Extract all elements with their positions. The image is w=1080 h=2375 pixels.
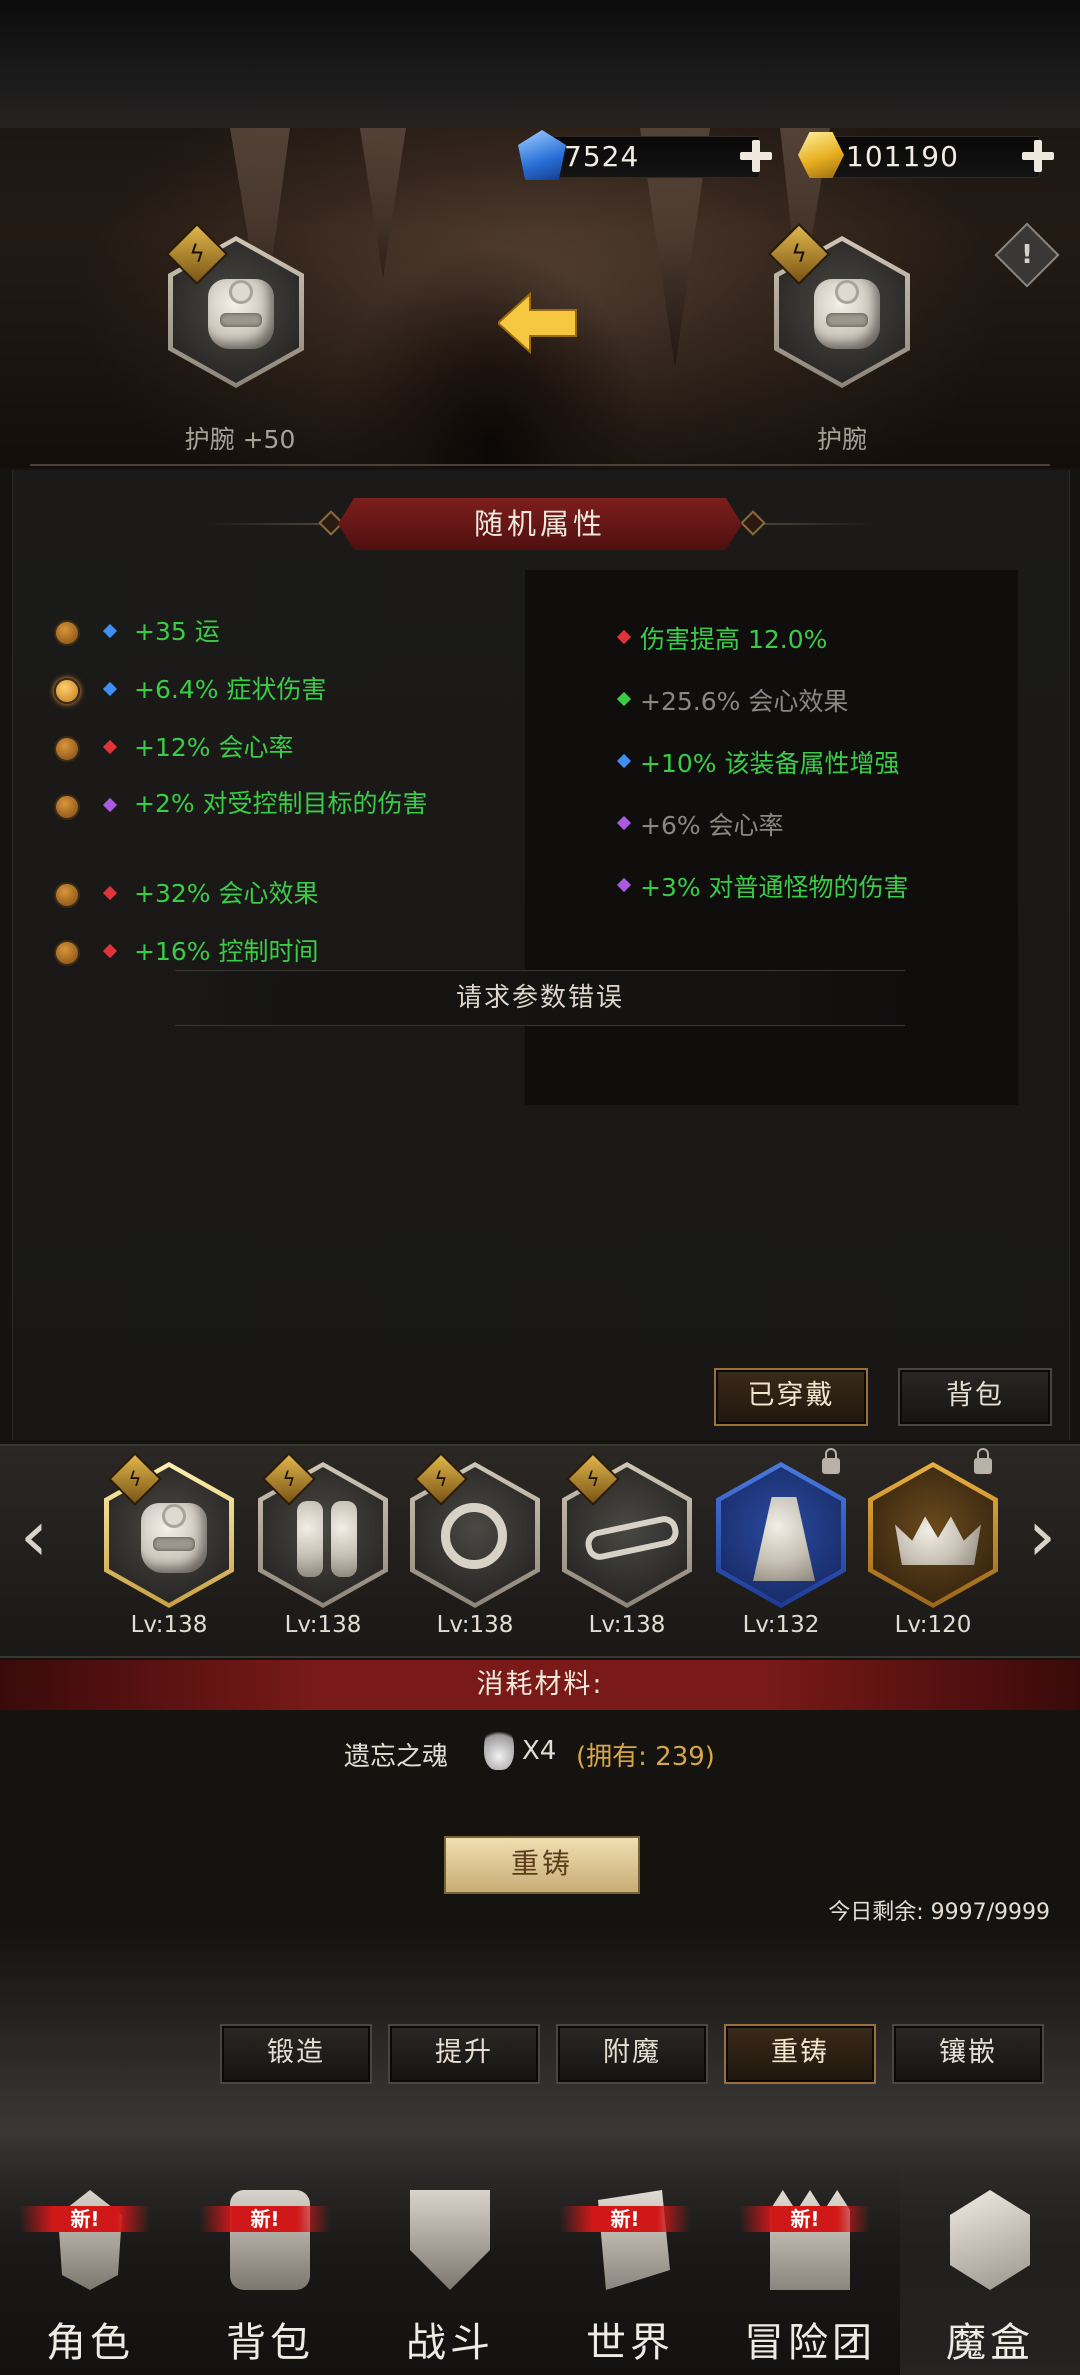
- new-badge: 新!: [20, 2206, 150, 2232]
- ring-icon: [441, 1503, 507, 1569]
- gauntlet-icon: [814, 279, 880, 349]
- slot-level: Lv:120: [894, 1612, 972, 1638]
- tab-inlay[interactable]: 镶嵌: [892, 2024, 1044, 2084]
- gem-count: 7524: [564, 140, 640, 173]
- material-owned: (拥有: 239): [576, 1742, 715, 1772]
- material-name: 遗忘之魂: [344, 1742, 449, 1772]
- new-badge: 新!: [200, 2206, 330, 2232]
- chevron-right-icon[interactable]: ›: [1020, 1496, 1064, 1576]
- shield-sword-icon: [410, 2190, 490, 2290]
- lock-icon: [974, 1448, 992, 1474]
- nav-label: 魔盒: [946, 2320, 1034, 2366]
- attribute-text: +25.6% 会心效果: [640, 687, 849, 716]
- nav-battle[interactable]: 战斗: [360, 2170, 540, 2375]
- slot-level: Lv:138: [588, 1612, 666, 1638]
- cube-icon: [950, 2190, 1030, 2290]
- nav-label: 战斗: [406, 2320, 494, 2366]
- tab-enchant[interactable]: 附魔: [556, 2024, 708, 2084]
- lock-toggle-coin[interactable]: [54, 882, 80, 908]
- soul-flame-icon: [484, 1724, 514, 1770]
- material-count: X4: [522, 1736, 557, 1766]
- lock-icon: [822, 1448, 840, 1474]
- add-gold-button[interactable]: [1018, 136, 1058, 176]
- greaves-icon: [297, 1501, 323, 1577]
- divider: [30, 464, 1050, 466]
- nav-label: 世界: [586, 2320, 674, 2366]
- attribute-text: +10% 该装备属性增强: [640, 749, 900, 778]
- tab-upgrade[interactable]: 提升: [388, 2024, 540, 2084]
- slot-level: Lv:132: [742, 1612, 820, 1638]
- slot-level: Lv:138: [130, 1612, 208, 1638]
- tab-forge[interactable]: 锻造: [220, 2024, 372, 2084]
- attribute-text: +6% 会心率: [640, 811, 784, 840]
- new-badge: 新!: [740, 2206, 870, 2232]
- lock-toggle-coin[interactable]: [54, 620, 80, 646]
- nav-bag[interactable]: 新! 背包: [180, 2170, 360, 2375]
- tab-reforge[interactable]: 重铸: [724, 2024, 876, 2084]
- slot-level: Lv:138: [284, 1612, 362, 1638]
- helmet-icon: [58, 2190, 122, 2290]
- current-equipment-label: 护腕 +50: [184, 425, 296, 454]
- map-scroll-icon: [598, 2190, 670, 2290]
- lock-toggle-coin[interactable]: [54, 940, 80, 966]
- equipment-slot-greaves[interactable]: ϟ: [258, 1452, 388, 1608]
- equipment-slot-crown[interactable]: [868, 1448, 998, 1608]
- top-status-area: [0, 0, 1080, 130]
- belt-icon: [582, 1513, 682, 1563]
- attribute-text: +2% 对受控制目标的伤害: [134, 789, 428, 818]
- new-badge: 新!: [560, 2206, 690, 2232]
- arrow-left-icon: [498, 291, 577, 355]
- equipment-slot-ring[interactable]: ϟ: [410, 1452, 540, 1608]
- castle-towers-icon: [770, 2190, 850, 2290]
- attribute-text: 伤害提高 12.0%: [640, 625, 828, 654]
- bag-button[interactable]: 背包: [898, 1368, 1052, 1426]
- attribute-text: +16% 控制时间: [134, 937, 319, 966]
- nav-magic-box[interactable]: 魔盒: [900, 2170, 1080, 2375]
- attribute-text: +6.4% 症状伤害: [134, 675, 327, 704]
- attribute-text: +35 运: [134, 617, 220, 646]
- gauntlet-icon: [141, 1503, 207, 1573]
- greaves-icon: [331, 1501, 357, 1577]
- nav-label: 背包: [226, 2320, 314, 2366]
- crown-icon: [895, 1516, 981, 1565]
- slot-level: Lv:138: [436, 1612, 514, 1638]
- cloak-icon: [753, 1497, 815, 1581]
- chevron-left-icon[interactable]: ‹: [12, 1496, 56, 1576]
- section-title: 随机属性: [338, 498, 742, 550]
- nav-label: 冒险团: [744, 2320, 876, 2366]
- add-gems-button[interactable]: [736, 136, 776, 176]
- reforge-button[interactable]: 重铸: [444, 1836, 640, 1894]
- equipment-slot-bracer[interactable]: ϟ: [104, 1452, 234, 1608]
- equipment-slot-cloak[interactable]: [716, 1448, 846, 1608]
- attribute-text: +32% 会心效果: [134, 879, 319, 908]
- nav-world[interactable]: 新! 世界: [540, 2170, 720, 2375]
- nav-adventure-team[interactable]: 新! 冒险团: [720, 2170, 900, 2375]
- attribute-text: +12% 会心率: [134, 733, 294, 762]
- nav-character[interactable]: 新! 角色: [0, 2170, 180, 2375]
- error-toast: 请求参数错误: [175, 970, 905, 1026]
- attribute-text: +3% 对普通怪物的伤害: [640, 873, 909, 902]
- target-equipment-label: 护腕: [816, 425, 867, 454]
- lock-toggle-coin[interactable]: [54, 794, 80, 820]
- equipped-button[interactable]: 已穿戴: [714, 1368, 868, 1426]
- nav-label: 角色: [46, 2320, 134, 2366]
- materials-header: 消耗材料:: [0, 1660, 1080, 1710]
- lock-toggle-coin[interactable]: [54, 736, 80, 762]
- gauntlet-icon: [208, 279, 274, 349]
- lock-toggle-coin[interactable]: [54, 678, 80, 704]
- backpack-icon: [230, 2190, 310, 2290]
- daily-remaining: 今日剩余: 9997/9999: [828, 1900, 1050, 1925]
- equipment-slot-belt[interactable]: ϟ: [562, 1452, 692, 1608]
- gold-count: 101190: [846, 140, 959, 173]
